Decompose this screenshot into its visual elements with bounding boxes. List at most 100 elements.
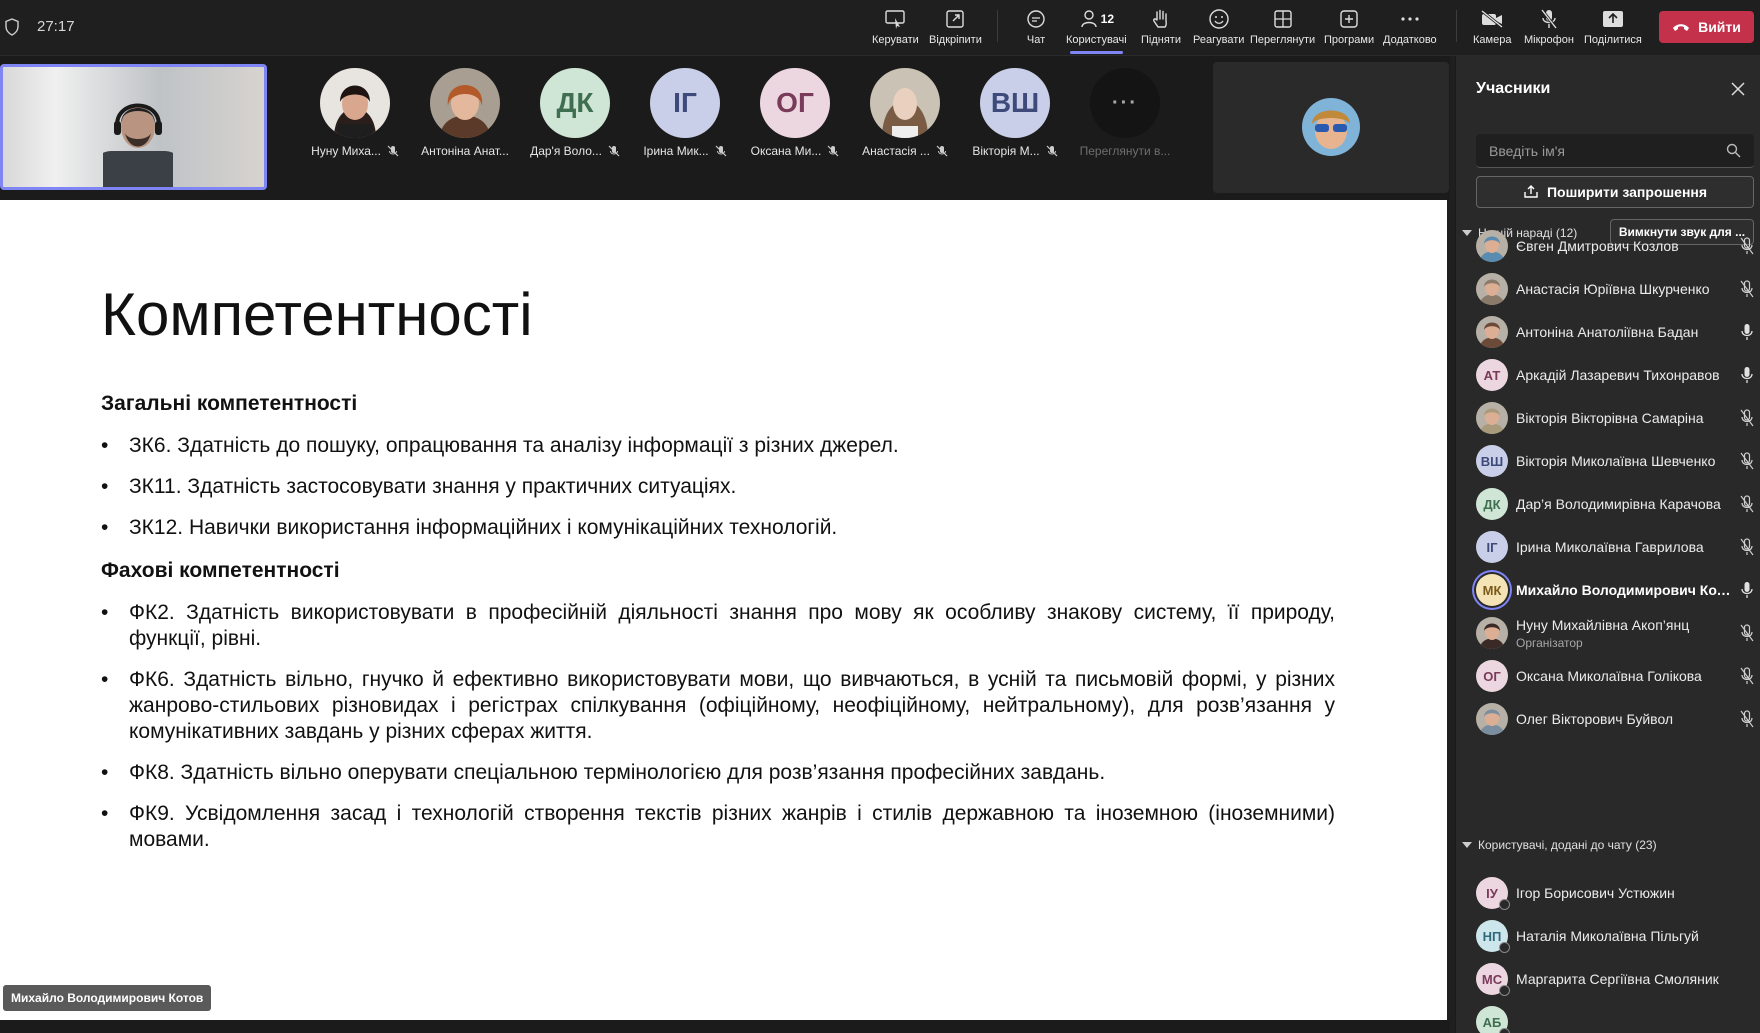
chat-user-row[interactable]: НП Наталія Миколаївна Пільгуй <box>1456 912 1760 960</box>
chat-users-section-toggle[interactable]: Користувачі, додані до чату (23) <box>1462 838 1657 852</box>
mic-off-icon <box>1740 237 1754 255</box>
raise-hand-button[interactable]: Підняти <box>1141 6 1181 52</box>
participant-name: Олег Вікторович Буйвол <box>1516 711 1674 727</box>
chat-user-row[interactable]: ІУ Ігор Борисович Устюжин <box>1456 869 1760 917</box>
mic-on-icon <box>1741 582 1753 598</box>
mic-off-icon <box>387 145 399 157</box>
mic-off-icon <box>1740 624 1754 642</box>
control-icon <box>881 6 909 32</box>
participant-tile[interactable]: Антоніна Анат... <box>410 68 520 158</box>
participant-row[interactable]: ІГ Ірина Миколаївна Гаврилова <box>1456 523 1760 571</box>
popout-icon <box>941 6 969 32</box>
participant-row[interactable]: ВШ Вікторія Миколаївна Шевченко <box>1456 437 1760 485</box>
raise-hand-icon <box>1147 6 1175 32</box>
offline-status-icon <box>1499 899 1510 910</box>
slide-title: Компетентності <box>101 281 533 348</box>
participant-tiles: Нуну Миха... Антоніна Анат... ДК Дар'я В… <box>300 68 1180 158</box>
participant-name: Вікторія Вікторівна Самаріна <box>1516 410 1704 426</box>
avatar <box>1476 273 1508 305</box>
avatar: ВШ <box>980 68 1050 138</box>
participant-tile[interactable]: Нуну Миха... <box>300 68 410 158</box>
participant-tile[interactable]: ДК Дар'я Воло... <box>520 68 630 158</box>
avatar: ОГ <box>1476 660 1508 692</box>
participant-row[interactable]: Олег Вікторович Буйвол <box>1456 695 1760 743</box>
participant-name: Дар’я Володимирівна Карачова <box>1516 496 1721 512</box>
more-icon: ··· <box>1090 68 1160 138</box>
participant-row[interactable]: ОГ Оксана Миколаївна Голікова <box>1456 652 1760 700</box>
people-count: 12 <box>1100 12 1115 26</box>
toolbar-separator <box>1456 10 1457 42</box>
general-heading: Загальні компетентності <box>101 392 358 415</box>
participant-row[interactable]: ДК Дар’я Володимирівна Карачова <box>1456 480 1760 528</box>
view-icon <box>1269 6 1297 32</box>
popout-button[interactable]: Відкріпити <box>929 6 982 52</box>
avatar <box>1476 402 1508 434</box>
meeting-toolbar: 27:17 Керувати Відкріпити Чат 12 Користу… <box>0 0 1760 56</box>
view-all-tile[interactable]: ··· Переглянути в... <box>1070 68 1180 158</box>
microphone-button[interactable]: Мікрофон <box>1524 6 1574 52</box>
meeting-timer: 27:17 <box>37 18 75 35</box>
avatar <box>1476 230 1508 262</box>
professional-list: ФК2. Здатність використовувати в професі… <box>101 600 1335 853</box>
avatar: ВШ <box>1476 445 1508 477</box>
search-input[interactable] <box>1476 134 1754 168</box>
offline-status-icon <box>1499 985 1510 996</box>
mic-off-icon <box>1740 495 1754 513</box>
view-button[interactable]: Переглянути <box>1250 6 1315 52</box>
avatar <box>870 68 940 138</box>
phone-hangup-icon <box>1673 24 1690 31</box>
close-icon[interactable] <box>1731 82 1745 96</box>
participant-name: Анастасія Юріївна Шкурченко <box>1516 281 1710 297</box>
avatar: ДК <box>540 68 610 138</box>
share-button[interactable]: Поділитися <box>1584 6 1642 52</box>
list-item: ЗК6. Здатність до пошуку, опрацювання та… <box>101 433 1335 459</box>
participant-name: Вікторія Миколаївна Шевченко <box>1516 453 1716 469</box>
people-icon: 12 <box>1071 6 1121 32</box>
leave-button[interactable]: Вийти <box>1659 11 1754 43</box>
stage-bottom-edge <box>0 1020 1450 1033</box>
mic-off-icon <box>1740 280 1754 298</box>
participant-row[interactable]: Вікторія Вікторівна Самаріна <box>1456 394 1760 442</box>
participant-tile[interactable]: Анастасія ... <box>850 68 960 158</box>
professional-heading: Фахові компетентності <box>101 559 340 582</box>
participant-name: Нуну Михайлівна Акоп’янц <box>1516 617 1690 633</box>
camera-button[interactable]: Камера <box>1473 6 1511 52</box>
presenter-video-tile[interactable] <box>0 64 267 190</box>
avatar: МК <box>1476 574 1508 606</box>
react-button[interactable]: Реагувати <box>1193 6 1244 52</box>
apps-icon <box>1335 6 1363 32</box>
participant-row[interactable]: МК Михайло Володимирович Кот... <box>1456 566 1760 614</box>
mic-off-icon <box>1535 6 1563 32</box>
participant-row[interactable]: Євген Дмитрович Козлов <box>1456 222 1760 270</box>
chat-user-row[interactable]: АБ <box>1456 998 1760 1033</box>
share-invite-button[interactable]: Поширити запрошення <box>1476 176 1754 208</box>
avatar: ІГ <box>650 68 720 138</box>
chevron-down-icon <box>1462 842 1472 848</box>
avatar: ДК <box>1476 488 1508 520</box>
avatar <box>320 68 390 138</box>
chat-user-name: Наталія Миколаївна Пільгуй <box>1516 928 1699 944</box>
participant-role: Організатор <box>1516 636 1583 650</box>
apps-button[interactable]: Програми <box>1324 6 1374 52</box>
people-button[interactable]: 12 Користувачі <box>1066 6 1127 54</box>
mic-off-icon <box>1046 145 1058 157</box>
participant-tile[interactable]: ОГ Оксана Ми... <box>740 68 850 158</box>
participant-video-tile[interactable] <box>1213 62 1449 193</box>
participant-tile[interactable]: ІГ Ірина Мик... <box>630 68 740 158</box>
participant-row[interactable]: Нуну Михайлівна Акоп’янц Організатор <box>1456 609 1760 657</box>
list-item: ЗК12. Навички використання інформаційних… <box>101 515 1335 541</box>
chat-button[interactable]: Чат <box>1022 6 1050 52</box>
mic-off-icon <box>1740 538 1754 556</box>
mic-off-icon <box>608 145 620 157</box>
participant-row[interactable]: Анастасія Юріївна Шкурченко <box>1456 265 1760 313</box>
control-button[interactable]: Керувати <box>872 6 919 52</box>
more-button[interactable]: Додатково <box>1383 6 1437 52</box>
participant-row[interactable]: АТ Аркадій Лазаревич Тихонравов <box>1456 351 1760 399</box>
chat-user-row[interactable]: МС Маргарита Сергіївна Смоляник <box>1456 955 1760 1003</box>
participant-tile[interactable]: ВШ Вікторія М... <box>960 68 1070 158</box>
participant-row[interactable]: Антоніна Анатоліївна Бадан <box>1456 308 1760 356</box>
search-icon <box>1726 143 1741 158</box>
participant-name: Аркадій Лазаревич Тихонравов <box>1516 367 1720 383</box>
participants-panel: Учасники Поширити запрошення На цій нара… <box>1455 56 1760 1033</box>
avatar: ІГ <box>1476 531 1508 563</box>
